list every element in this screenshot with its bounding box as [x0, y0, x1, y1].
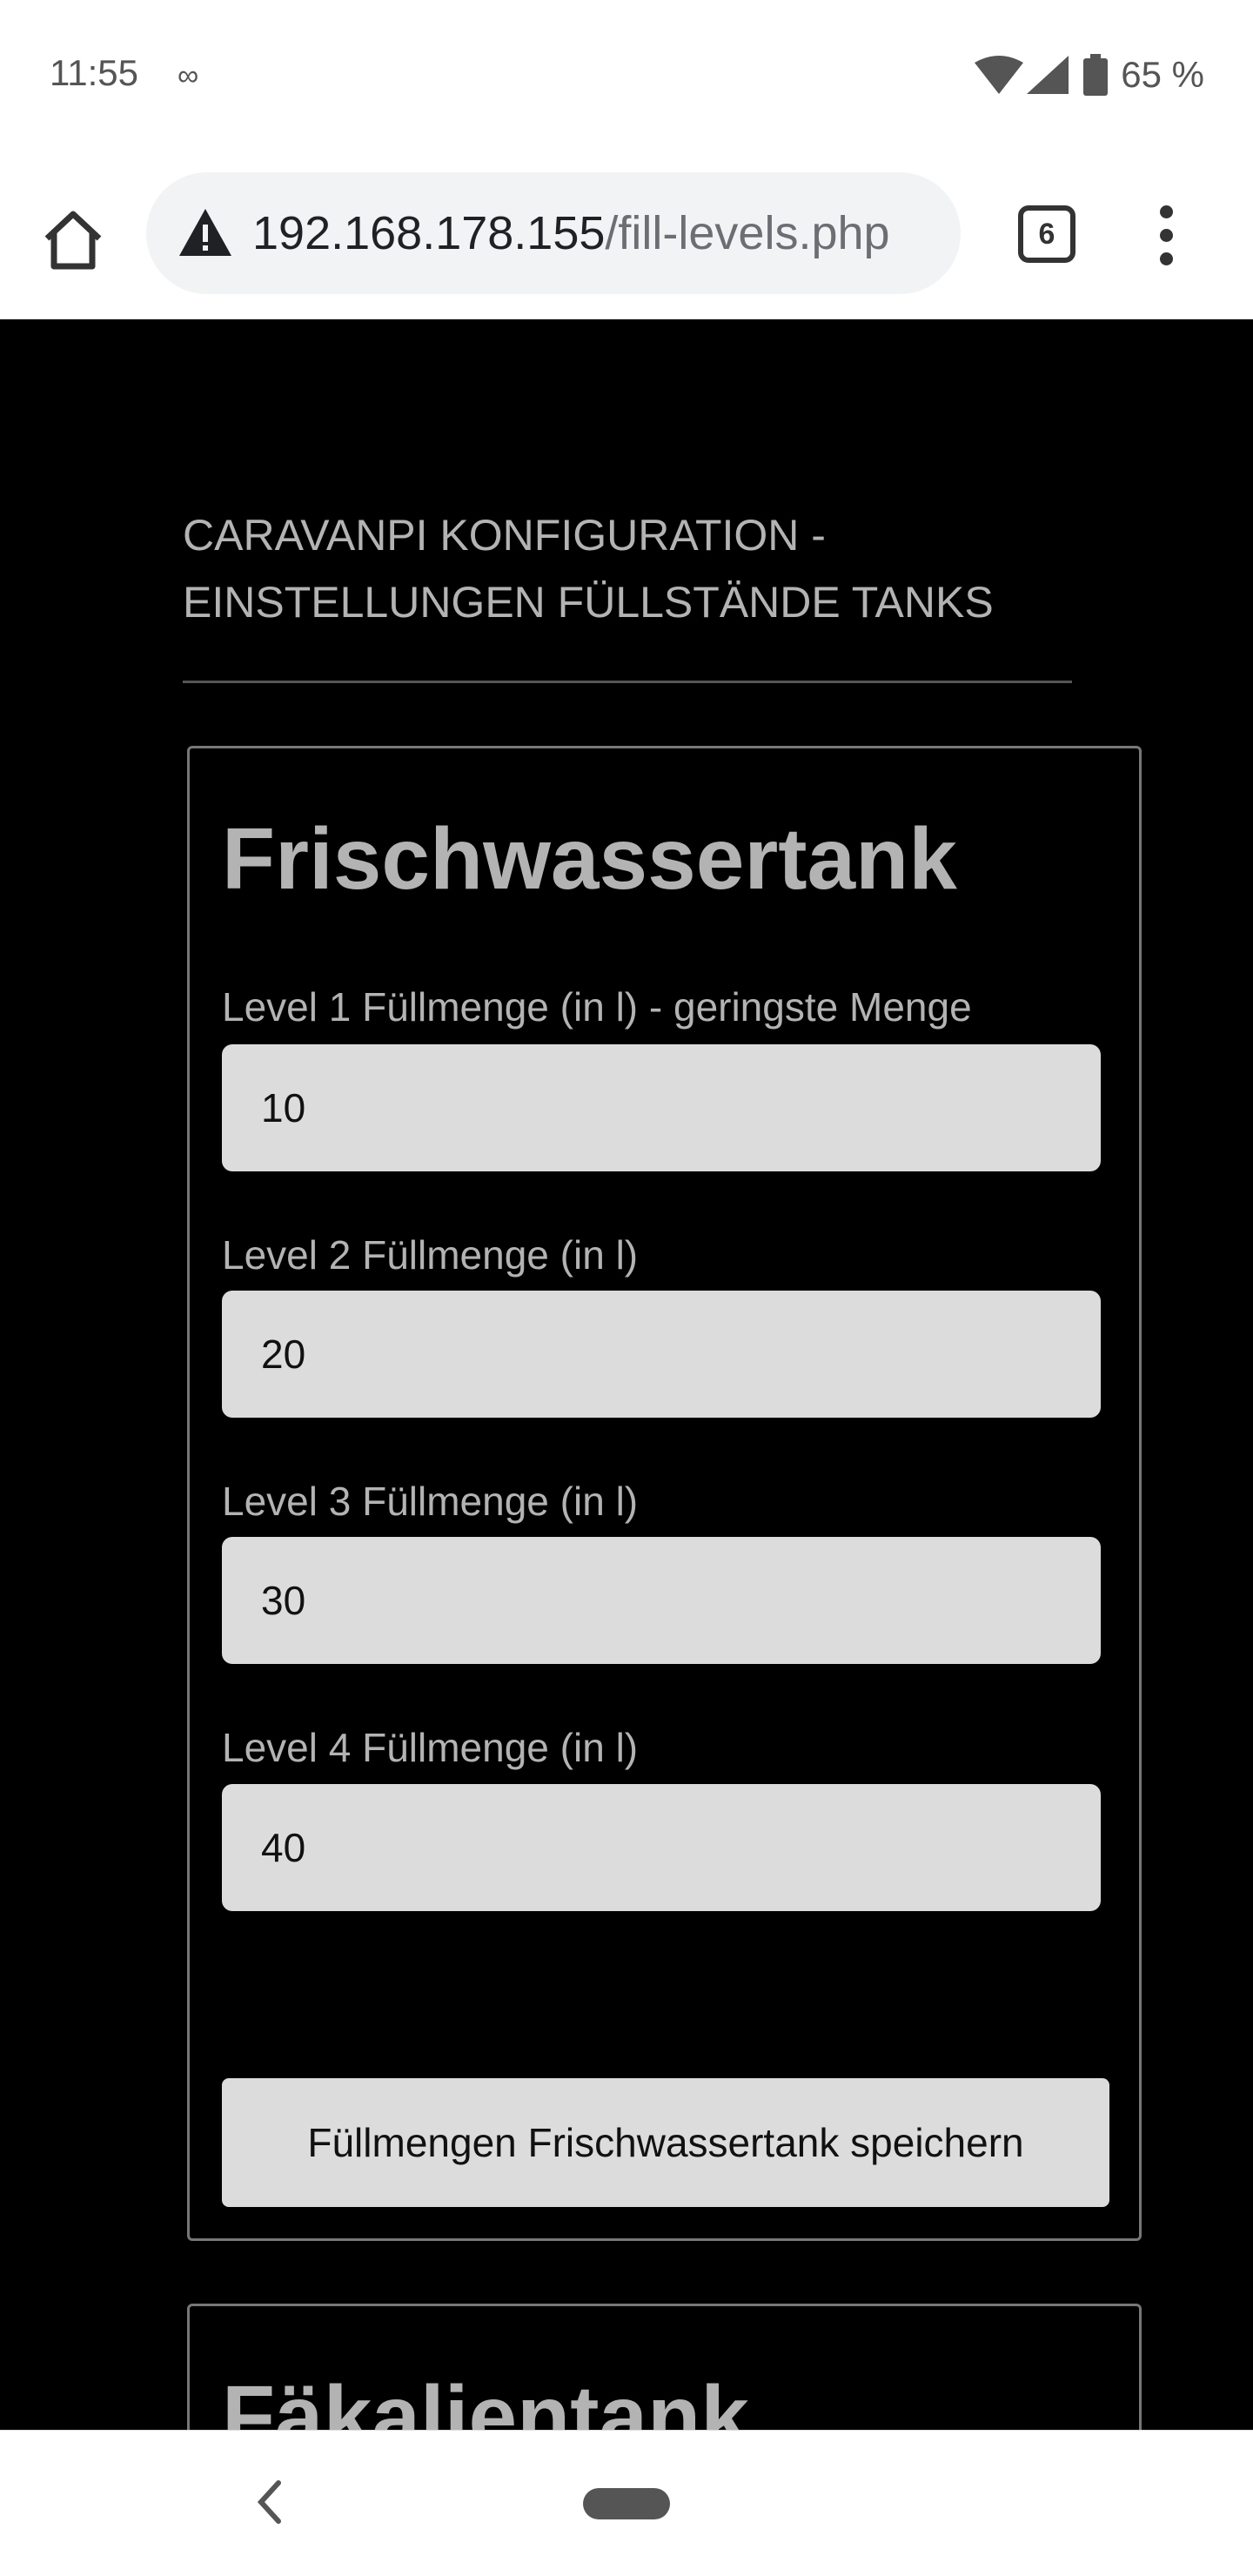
- url-text: 192.168.178.155/fill-levels.php: [252, 206, 890, 260]
- screen: 11:55 ∞ 65 % 192.168.178.155/fill-levels…: [0, 0, 1253, 2576]
- level-4-input[interactable]: [222, 1784, 1101, 1911]
- url-path: /fill-levels.php: [605, 207, 890, 259]
- system-nav-bar: [0, 2430, 1253, 2576]
- battery-icon: [1083, 54, 1109, 96]
- url-host: 192.168.178.155: [252, 207, 606, 259]
- level-3-label: Level 3 Füllmenge (in l): [222, 1479, 639, 1524]
- voicemail-icon: ∞: [178, 59, 198, 92]
- fresh-tank-title: Frischwassertank: [222, 810, 957, 908]
- waste-tank-title: Fäkalientank: [222, 2368, 749, 2430]
- wifi-icon: [975, 56, 1024, 94]
- level-1-input[interactable]: [222, 1044, 1101, 1171]
- level-3-input[interactable]: [222, 1537, 1101, 1664]
- tab-switcher-button[interactable]: 6: [1018, 205, 1075, 263]
- page-content: CARAVANPI KONFIGURATION - EINSTELLUNGEN …: [0, 319, 1253, 2430]
- menu-icon[interactable]: [1145, 200, 1187, 273]
- address-bar[interactable]: 192.168.178.155/fill-levels.php: [146, 172, 961, 294]
- warning-icon[interactable]: [178, 205, 233, 261]
- level-1-label: Level 1 Füllmenge (in l) - geringste Men…: [222, 984, 972, 1030]
- status-bar: 11:55 ∞ 65 %: [0, 0, 1253, 153]
- status-time: 11:55: [50, 52, 138, 93]
- home-gesture-pill[interactable]: [583, 2488, 670, 2519]
- level-2-input[interactable]: [222, 1291, 1101, 1418]
- browser-toolbar: 192.168.178.155/fill-levels.php 6: [0, 153, 1253, 319]
- battery-percentage: 65 %: [1121, 54, 1204, 95]
- level-4-label: Level 4 Füllmenge (in l): [222, 1725, 639, 1770]
- status-icons: 65 %: [975, 49, 1204, 101]
- level-2-label: Level 2 Füllmenge (in l): [222, 1232, 639, 1278]
- waste-tank-card: Fäkalientank: [187, 2304, 1142, 2430]
- page-heading: CARAVANPI KONFIGURATION - EINSTELLUNGEN …: [183, 511, 994, 627]
- cell-signal-icon: [1027, 56, 1069, 94]
- home-icon[interactable]: [38, 205, 108, 275]
- back-icon[interactable]: [252, 2476, 287, 2528]
- save-fresh-tank-button[interactable]: Füllmengen Frischwassertank speichern: [222, 2078, 1109, 2207]
- heading-divider: [183, 681, 1072, 683]
- fresh-tank-card: Frischwassertank Level 1 Füllmenge (in l…: [187, 746, 1142, 2241]
